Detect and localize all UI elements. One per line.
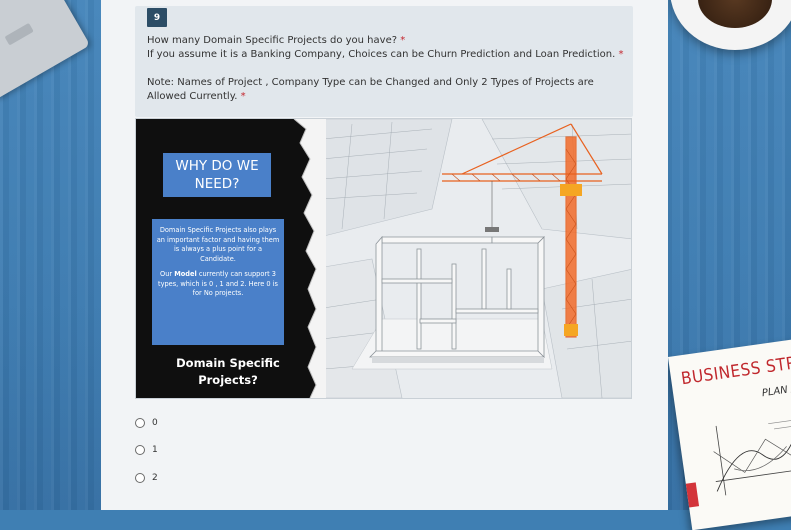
question-header: 9 How many Domain Specific Projects do y… <box>135 6 633 117</box>
description-paragraph-1: Domain Specific Projects also plays an i… <box>156 226 280 263</box>
required-mark: * <box>618 49 624 60</box>
coffee <box>698 0 772 28</box>
radio-button[interactable] <box>135 473 145 483</box>
question-note: Note: Names of Project , Company Type ca… <box>147 77 594 102</box>
description-box: Domain Specific Projects also plays an i… <box>152 219 284 345</box>
option-2[interactable]: 2 <box>135 471 158 485</box>
torn-paper-edge <box>293 119 326 398</box>
question-line-1: How many Domain Specific Projects do you… <box>147 35 398 46</box>
question-number-badge: 9 <box>147 8 167 27</box>
radio-button[interactable] <box>135 418 145 428</box>
option-label: 2 <box>152 473 158 483</box>
laptop-key <box>4 22 34 46</box>
book-sketch <box>713 419 791 496</box>
description-paragraph-2: Our Model currently can support 3 types,… <box>158 270 278 297</box>
required-mark: * <box>240 91 246 102</box>
option-0[interactable]: 0 <box>135 416 158 430</box>
book-subtitle: PLAN A <box>761 383 791 400</box>
required-mark: * <box>400 35 406 46</box>
option-label: 0 <box>152 418 158 428</box>
question-line-2: If you assume it is a Banking Company, C… <box>147 49 616 60</box>
why-title: WHY DO WE NEED? <box>163 153 271 197</box>
book-title: BUSINESS STRATEG <box>679 347 791 390</box>
blueprint-illustration <box>312 119 631 398</box>
question-image: WHY DO WE NEED? Domain Specific Projects… <box>135 118 632 399</box>
option-1[interactable]: 1 <box>135 443 158 457</box>
book-bookmark <box>685 482 700 508</box>
radio-button[interactable] <box>135 445 145 455</box>
question-text: How many Domain Specific Projects do you… <box>147 34 627 104</box>
option-label: 1 <box>152 445 158 455</box>
image-footer-label: Domain Specific Projects? <box>176 356 280 387</box>
